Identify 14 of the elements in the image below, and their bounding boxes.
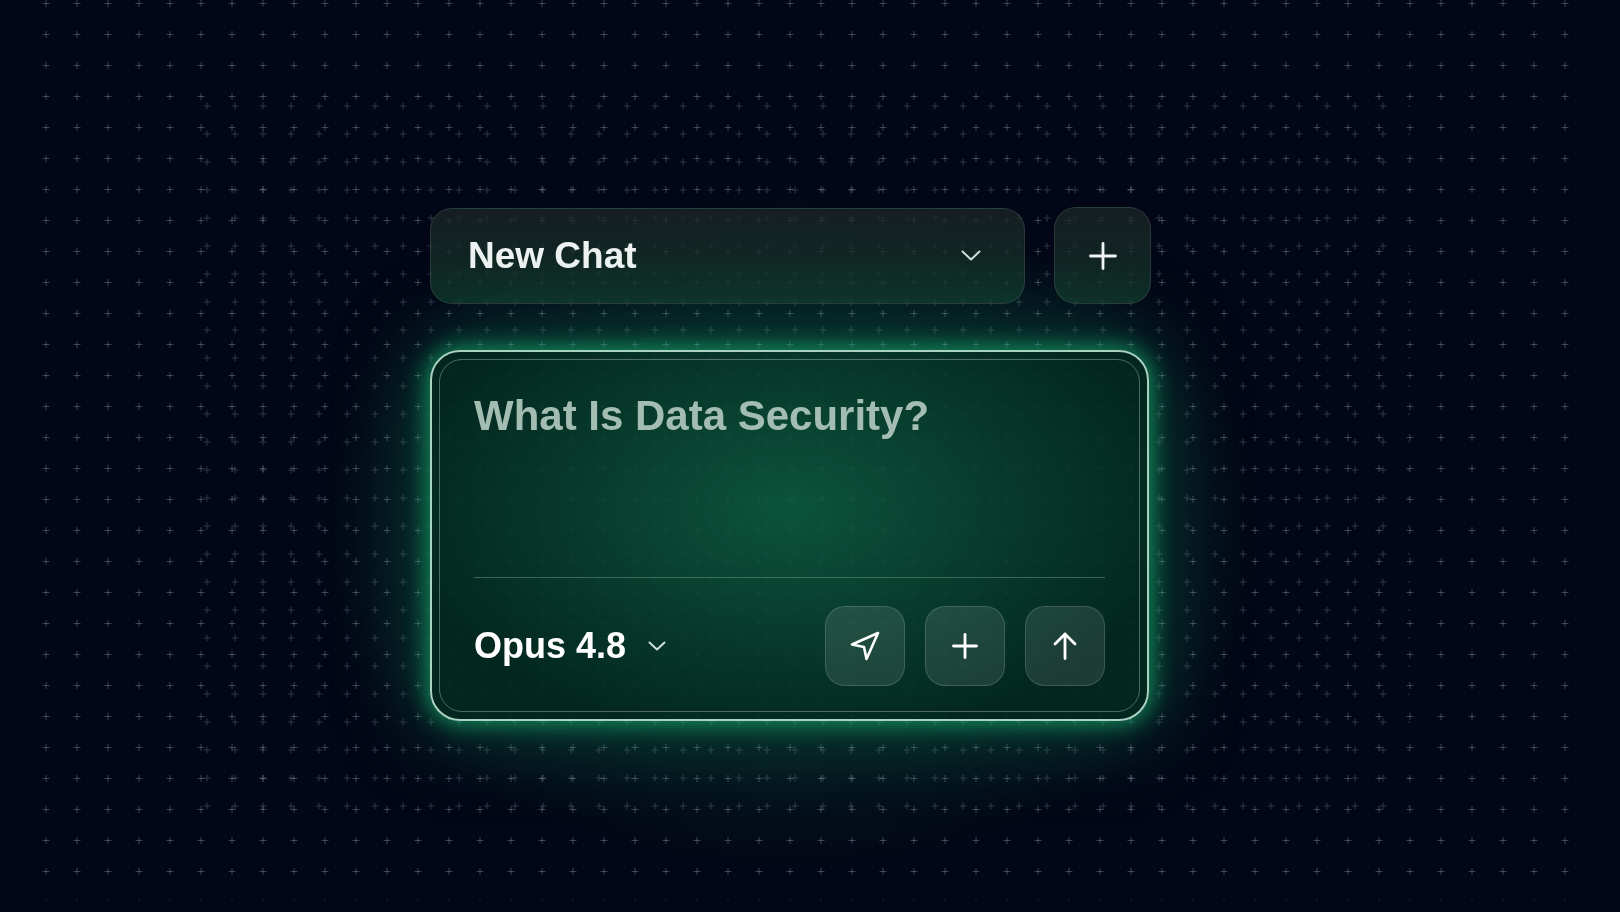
new-chat-button[interactable] xyxy=(1054,207,1151,304)
arrow-up-icon xyxy=(1053,632,1077,660)
message-input-field[interactable]: What Is Data Security? xyxy=(474,391,1105,577)
send-button[interactable] xyxy=(1025,606,1105,686)
plus-icon xyxy=(952,633,978,659)
chevron-down-icon xyxy=(961,250,981,261)
message-composer[interactable]: What Is Data Security? Opus 4.8 xyxy=(439,359,1140,712)
add-button[interactable] xyxy=(925,606,1005,686)
navigate-button[interactable] xyxy=(825,606,905,686)
model-selector[interactable]: Opus 4.8 xyxy=(474,628,667,664)
chevron-down-icon xyxy=(648,641,667,651)
chat-selector[interactable]: New Chat xyxy=(430,207,1025,304)
plus-icon xyxy=(1088,241,1117,270)
location-arrow-icon xyxy=(850,631,880,661)
